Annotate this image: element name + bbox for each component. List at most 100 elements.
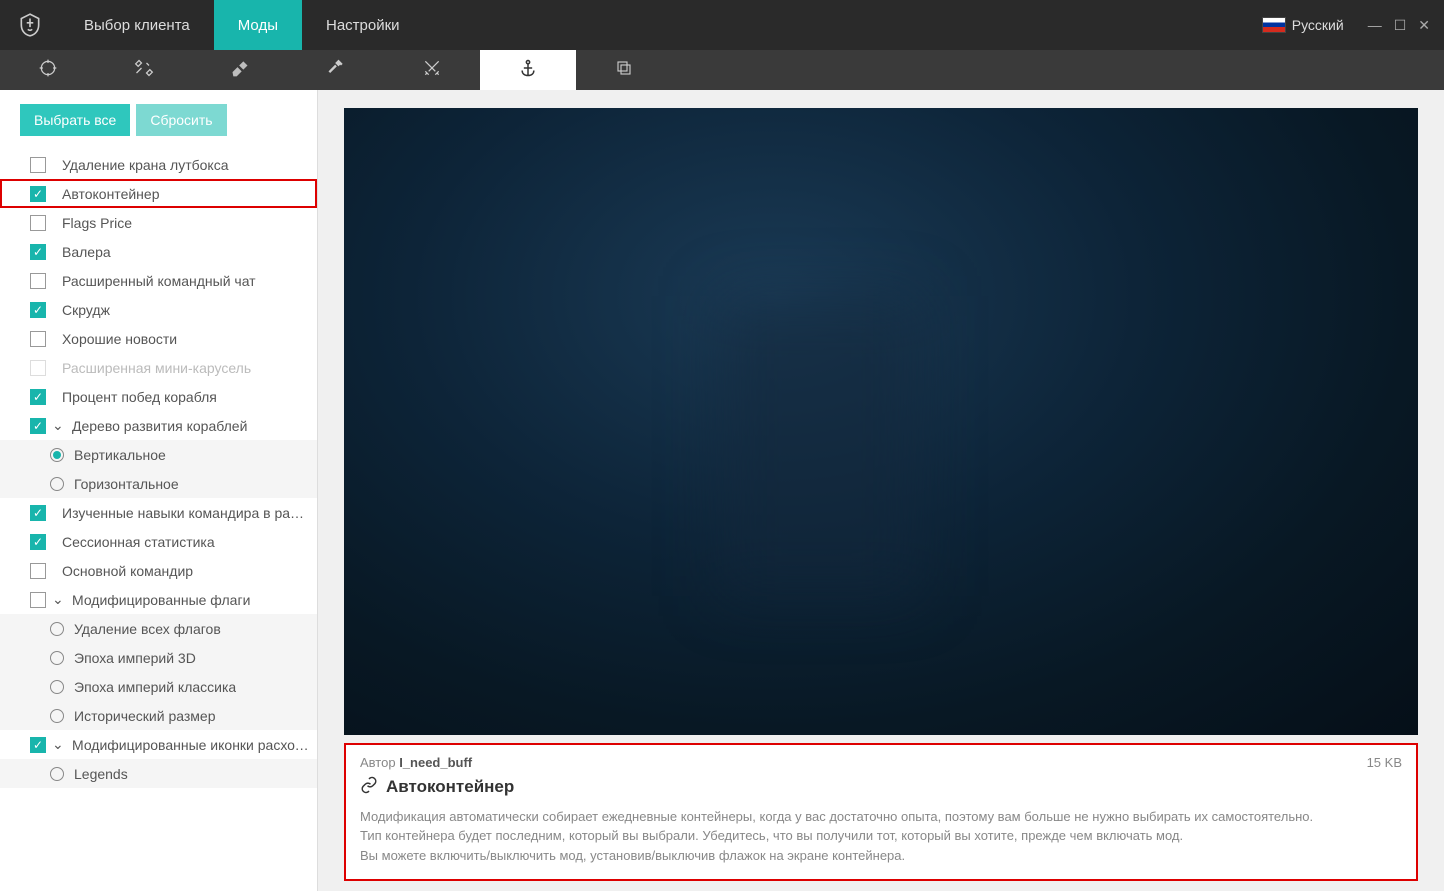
titlebar: Выбор клиентаМодыНастройки Русский — ☐ ✕ (0, 0, 1444, 50)
mod-item[interactable]: Хорошие новости (0, 324, 317, 353)
checkbox[interactable] (30, 331, 46, 347)
radio[interactable] (50, 680, 64, 694)
mod-option[interactable]: Эпоха империй 3D (0, 643, 317, 672)
checkbox[interactable] (30, 215, 46, 231)
hammer-icon (326, 58, 346, 83)
chevron-down-icon[interactable]: ⌄ (52, 591, 66, 608)
checkbox[interactable] (30, 360, 46, 376)
mod-label: Дерево развития кораблей (72, 418, 247, 434)
mod-label: Скрудж (62, 302, 110, 318)
mod-option[interactable]: Вертикальное (0, 440, 317, 469)
mod-label: Вертикальное (74, 447, 166, 463)
window-controls: — ☐ ✕ (1354, 0, 1444, 50)
mod-label: Удаление всех флагов (74, 621, 221, 637)
mod-description: Модификация автоматически собирает ежедн… (360, 807, 1402, 866)
mod-label: Legends (74, 766, 128, 782)
checkbox[interactable] (30, 592, 46, 608)
tab-copy[interactable] (576, 50, 672, 90)
tab-eraser[interactable] (192, 50, 288, 90)
maximize-button[interactable]: ☐ (1394, 17, 1407, 34)
checkbox[interactable] (30, 563, 46, 579)
radio[interactable] (50, 477, 64, 491)
mod-item[interactable]: Flags Price (0, 208, 317, 237)
mod-label: Удаление крана лутбокса (62, 157, 229, 173)
mod-preview-image (344, 108, 1418, 735)
mod-option[interactable]: Эпоха империй классика (0, 672, 317, 701)
eraser-icon (230, 58, 250, 83)
minimize-button[interactable]: — (1368, 17, 1382, 33)
chevron-down-icon[interactable]: ⌄ (52, 736, 66, 753)
mod-label: Эпоха империй классика (74, 679, 236, 695)
tab-crosshair[interactable] (0, 50, 96, 90)
checkbox[interactable] (30, 505, 46, 521)
anchor-icon (518, 58, 538, 83)
mod-option[interactable]: Горизонтальное (0, 469, 317, 498)
checkbox[interactable] (30, 737, 46, 753)
radio[interactable] (50, 709, 64, 723)
mod-item[interactable]: Расширенный командный чат (0, 266, 317, 295)
mod-label: Основной командир (62, 563, 193, 579)
tab-swords[interactable] (384, 50, 480, 90)
mod-label: Сессионная статистика (62, 534, 215, 550)
mod-item[interactable]: Основной командир (0, 556, 317, 585)
horizontal-scrollbar[interactable] (0, 873, 317, 891)
mod-label: Процент побед корабля (62, 389, 217, 405)
category-tabbar (0, 50, 1444, 90)
checkbox[interactable] (30, 534, 46, 550)
mod-option[interactable]: Исторический размер (0, 701, 317, 730)
mod-label: Модифицированные флаги (72, 592, 250, 608)
mod-label: Эпоха империй 3D (74, 650, 196, 666)
checkbox[interactable] (30, 157, 46, 173)
mod-item[interactable]: ⌄ Модифицированные иконки расходников (0, 730, 317, 759)
swords-icon (422, 58, 442, 83)
checkbox[interactable] (30, 389, 46, 405)
tools-icon (134, 58, 154, 83)
mod-label: Горизонтальное (74, 476, 179, 492)
checkbox[interactable] (30, 186, 46, 202)
copy-icon (615, 59, 633, 82)
crosshair-icon (38, 58, 58, 83)
checkbox[interactable] (30, 273, 46, 289)
select-all-button[interactable]: Выбрать все (20, 104, 130, 136)
mod-item[interactable]: Автоконтейнер (0, 179, 317, 208)
radio[interactable] (50, 651, 64, 665)
tab-hammer[interactable] (288, 50, 384, 90)
mod-item[interactable]: ⌄ Модифицированные флаги (0, 585, 317, 614)
mod-option[interactable]: Legends (0, 759, 317, 788)
mod-item[interactable]: Расширенная мини-карусель (0, 353, 317, 382)
app-logo (0, 0, 60, 50)
mod-item[interactable]: Удаление крана лутбокса (0, 150, 317, 179)
nav-моды[interactable]: Моды (214, 0, 302, 50)
radio[interactable] (50, 448, 64, 462)
radio[interactable] (50, 767, 64, 781)
tab-anchor[interactable] (480, 50, 576, 90)
checkbox[interactable] (30, 418, 46, 434)
mod-item[interactable]: Скрудж (0, 295, 317, 324)
mod-label: Изученные навыки командира в ранговых бо… (62, 505, 309, 521)
mod-label: Исторический размер (74, 708, 215, 724)
nav-настройки[interactable]: Настройки (302, 0, 424, 50)
mod-item[interactable]: Процент побед корабля (0, 382, 317, 411)
mod-label: Автоконтейнер (62, 186, 159, 202)
mod-label: Расширенная мини-карусель (62, 360, 251, 376)
nav-выбор клиента[interactable]: Выбор клиента (60, 0, 214, 50)
checkbox[interactable] (30, 302, 46, 318)
mod-item[interactable]: Сессионная статистика (0, 527, 317, 556)
mod-item[interactable]: ⌄ Дерево развития кораблей (0, 411, 317, 440)
reset-button[interactable]: Сбросить (136, 104, 226, 136)
mod-list[interactable]: Удаление крана лутбокса Автоконтейнер Flag… (0, 150, 317, 873)
close-button[interactable]: ✕ (1418, 17, 1430, 34)
mod-title: Автоконтейнер (386, 777, 514, 797)
mod-item[interactable]: Валера (0, 237, 317, 266)
mod-item[interactable]: Изученные навыки командира в ранговых бо… (0, 498, 317, 527)
mod-size: 15 KB (1367, 755, 1402, 770)
tab-tools[interactable] (96, 50, 192, 90)
mod-label: Flags Price (62, 215, 132, 231)
chevron-down-icon[interactable]: ⌄ (52, 417, 66, 434)
mod-option[interactable]: Удаление всех флагов (0, 614, 317, 643)
checkbox[interactable] (30, 244, 46, 260)
mod-label: Модифицированные иконки расходников (72, 737, 309, 753)
language-selector[interactable]: Русский (1252, 0, 1354, 50)
radio[interactable] (50, 622, 64, 636)
mod-sidebar: Выбрать все Сбросить Удаление крана лутб… (0, 90, 318, 891)
